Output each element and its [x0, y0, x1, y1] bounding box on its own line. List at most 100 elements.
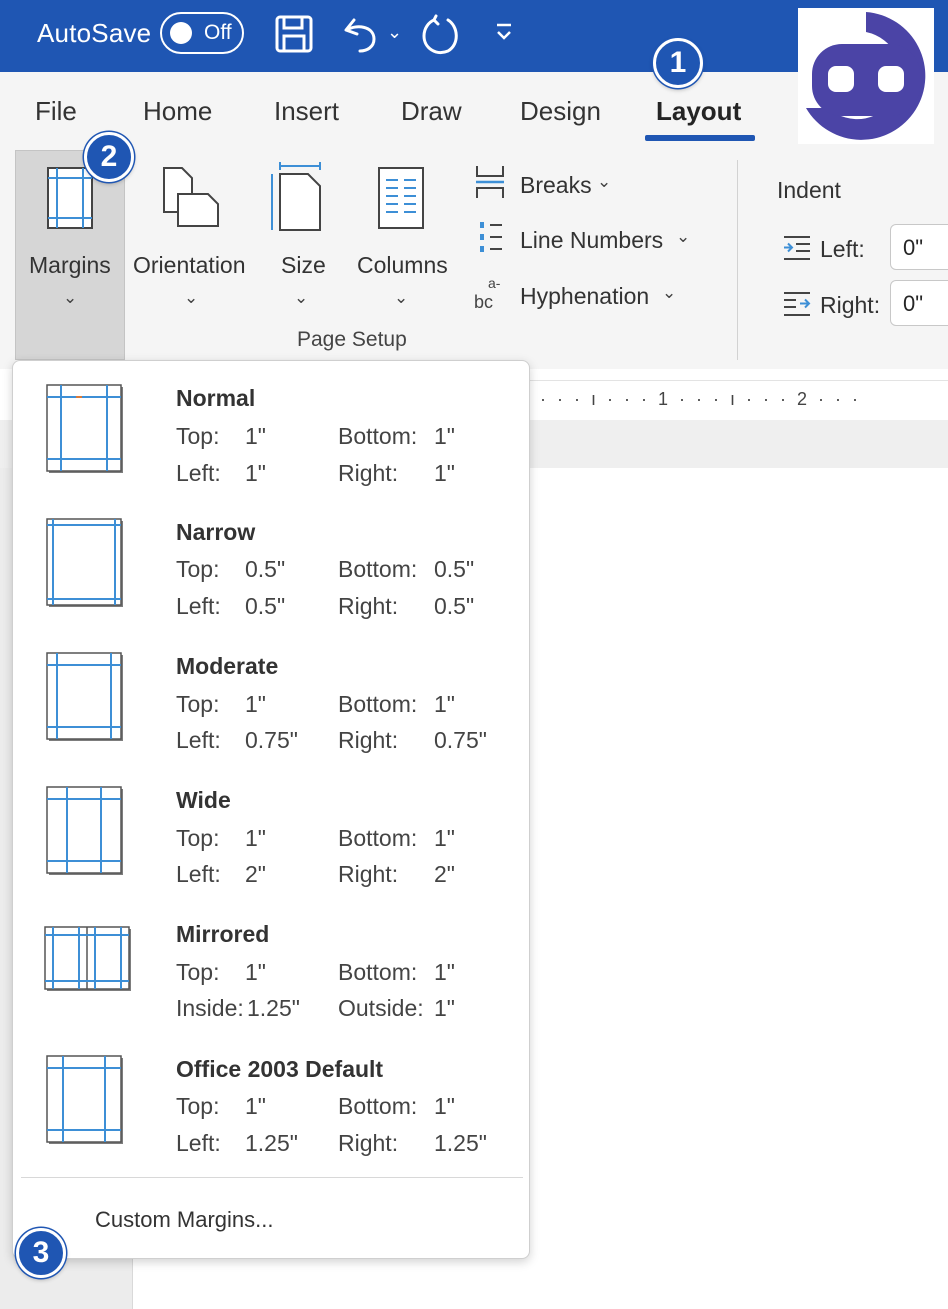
top-value: 1" [245, 1093, 266, 1119]
outside-label: Outside: [338, 995, 424, 1021]
horizontal-ruler[interactable]: · · · ı · · · 1 · · · ı · · · 2 · · · [530, 380, 948, 420]
orientation-label[interactable]: Orientation [133, 252, 246, 279]
left-label: Left: [176, 1130, 221, 1156]
bottom-label: Bottom: [338, 1093, 418, 1119]
bottom-value: 0.5" [434, 556, 475, 582]
size-chevron-icon[interactable]: ⌄ [294, 288, 308, 308]
orientation-chevron-icon[interactable]: ⌄ [184, 288, 198, 308]
tab-insert[interactable]: Insert [274, 96, 339, 127]
indent-left-icon [782, 234, 812, 267]
ruler-ticks: · · · ı · · · 1 · · · ı · · · 2 · · · [540, 389, 861, 409]
hyphenation-chevron-icon[interactable]: ⌄ [662, 283, 676, 303]
ribbon-group-divider [737, 160, 738, 360]
right-label: Right: [338, 460, 399, 486]
office-2003-margins-icon [43, 1054, 123, 1159]
margin-option-name: Moderate [176, 653, 279, 679]
bottom-value: 1" [434, 959, 455, 985]
undo-icon[interactable] [340, 14, 382, 61]
margin-option-office-2003-default[interactable]: Office 2003 Default Top: 1" Bottom: 1" L… [13, 1038, 529, 1172]
tab-draw[interactable]: Draw [401, 96, 462, 127]
bottom-value: 1" [434, 825, 455, 851]
line-numbers-chevron-icon[interactable]: ⌄ [676, 227, 690, 247]
right-label: Right: [338, 727, 399, 753]
bottom-value: 1" [434, 691, 455, 717]
svg-text:a-: a- [488, 276, 501, 291]
margin-option-mirrored[interactable]: Mirrored Top: 1" Bottom: 1" Inside: 1.25… [13, 903, 529, 1037]
top-value: 1" [245, 691, 266, 717]
top-label: Top: [176, 691, 220, 717]
margins-icon [44, 166, 96, 235]
orientation-icon[interactable] [160, 166, 224, 235]
margins-chevron-icon: ⌄ [63, 288, 78, 307]
left-value: 0.75" [245, 727, 298, 753]
indent-right-label: Right: [820, 292, 881, 318]
margins-dropdown: Normal Top: 1" Bottom: 1" Left: 1" Right… [12, 360, 530, 1259]
size-label[interactable]: Size [281, 252, 326, 279]
wide-margins-icon [43, 785, 123, 890]
right-value: 2" [434, 861, 455, 887]
left-label: Left: [176, 593, 221, 619]
top-value: 1" [245, 959, 266, 985]
bottom-label: Bottom: [338, 691, 418, 717]
right-label: Right: [338, 861, 399, 887]
customize-quick-access-icon[interactable] [494, 22, 514, 51]
redo-icon[interactable] [420, 14, 462, 61]
margin-option-moderate[interactable]: Moderate Top: 1" Bottom: 1" Left: 0.75" … [13, 635, 529, 769]
callout-badge-1: 1 [653, 38, 703, 88]
autosave-toggle-state: Off [204, 21, 232, 44]
line-numbers-label[interactable]: Line Numbers [520, 227, 663, 254]
top-label: Top: [176, 1093, 220, 1119]
columns-chevron-icon[interactable]: ⌄ [394, 288, 408, 308]
callout-badge-3: 3 [16, 1228, 66, 1278]
columns-label[interactable]: Columns [357, 252, 448, 279]
top-value: 1" [245, 825, 266, 851]
bottom-value: 1" [434, 423, 455, 449]
left-value: 2" [245, 861, 266, 887]
top-value: 1" [245, 423, 266, 449]
top-value: 0.5" [245, 556, 286, 582]
margin-option-name: Mirrored [176, 921, 270, 947]
tab-layout[interactable]: Layout [656, 96, 741, 127]
columns-icon[interactable] [377, 166, 425, 235]
left-value: 1" [245, 460, 266, 486]
dropdown-divider [21, 1177, 523, 1178]
breaks-icon[interactable] [474, 164, 506, 205]
right-value: 1.25" [434, 1130, 487, 1156]
indent-left-input[interactable]: 0" [890, 224, 948, 270]
breaks-chevron-icon[interactable]: ⌄ [597, 172, 611, 192]
tab-design[interactable]: Design [520, 96, 601, 127]
indent-left-label: Left: [820, 236, 865, 262]
bottom-label: Bottom: [338, 556, 418, 582]
margin-option-normal[interactable]: Normal Top: 1" Bottom: 1" Left: 1" Right… [13, 367, 529, 501]
bottom-label: Bottom: [338, 423, 418, 449]
custom-margins-button[interactable]: Custom Margins... [95, 1207, 274, 1233]
hyphenation-label[interactable]: Hyphenation [520, 283, 649, 310]
right-value: 0.75" [434, 727, 487, 753]
inside-label: Inside: [176, 995, 244, 1021]
outside-value: 1" [434, 995, 455, 1021]
margin-option-narrow[interactable]: Narrow Top: 0.5" Bottom: 0.5" Left: 0.5"… [13, 501, 529, 635]
line-numbers-icon[interactable] [478, 220, 504, 261]
size-icon[interactable] [268, 162, 324, 237]
breaks-label[interactable]: Breaks [520, 172, 592, 199]
tab-file[interactable]: File [35, 96, 77, 127]
toggle-knob [170, 22, 192, 44]
callout-badge-2: 2 [84, 132, 134, 182]
inside-value: 1.25" [247, 995, 300, 1021]
active-tab-underline [645, 135, 755, 141]
undo-dropdown-chevron-icon[interactable]: ⌄ [387, 22, 402, 43]
autosave-toggle[interactable]: Off [160, 12, 244, 54]
right-label: Right: [338, 1130, 399, 1156]
right-value: 0.5" [434, 593, 475, 619]
indent-right-input[interactable]: 0" [890, 280, 948, 326]
margin-option-wide[interactable]: Wide Top: 1" Bottom: 1" Left: 2" Right: … [13, 769, 529, 903]
hyphenation-icon[interactable]: a-bc [474, 275, 510, 317]
save-icon[interactable] [274, 14, 314, 59]
left-label: Left: [176, 861, 221, 887]
tab-home[interactable]: Home [143, 96, 212, 127]
top-label: Top: [176, 423, 220, 449]
autosave-label: AutoSave [37, 18, 152, 48]
left-value: 0.5" [245, 593, 286, 619]
moderate-margins-icon [43, 651, 123, 756]
brand-logo-icon [798, 8, 934, 144]
